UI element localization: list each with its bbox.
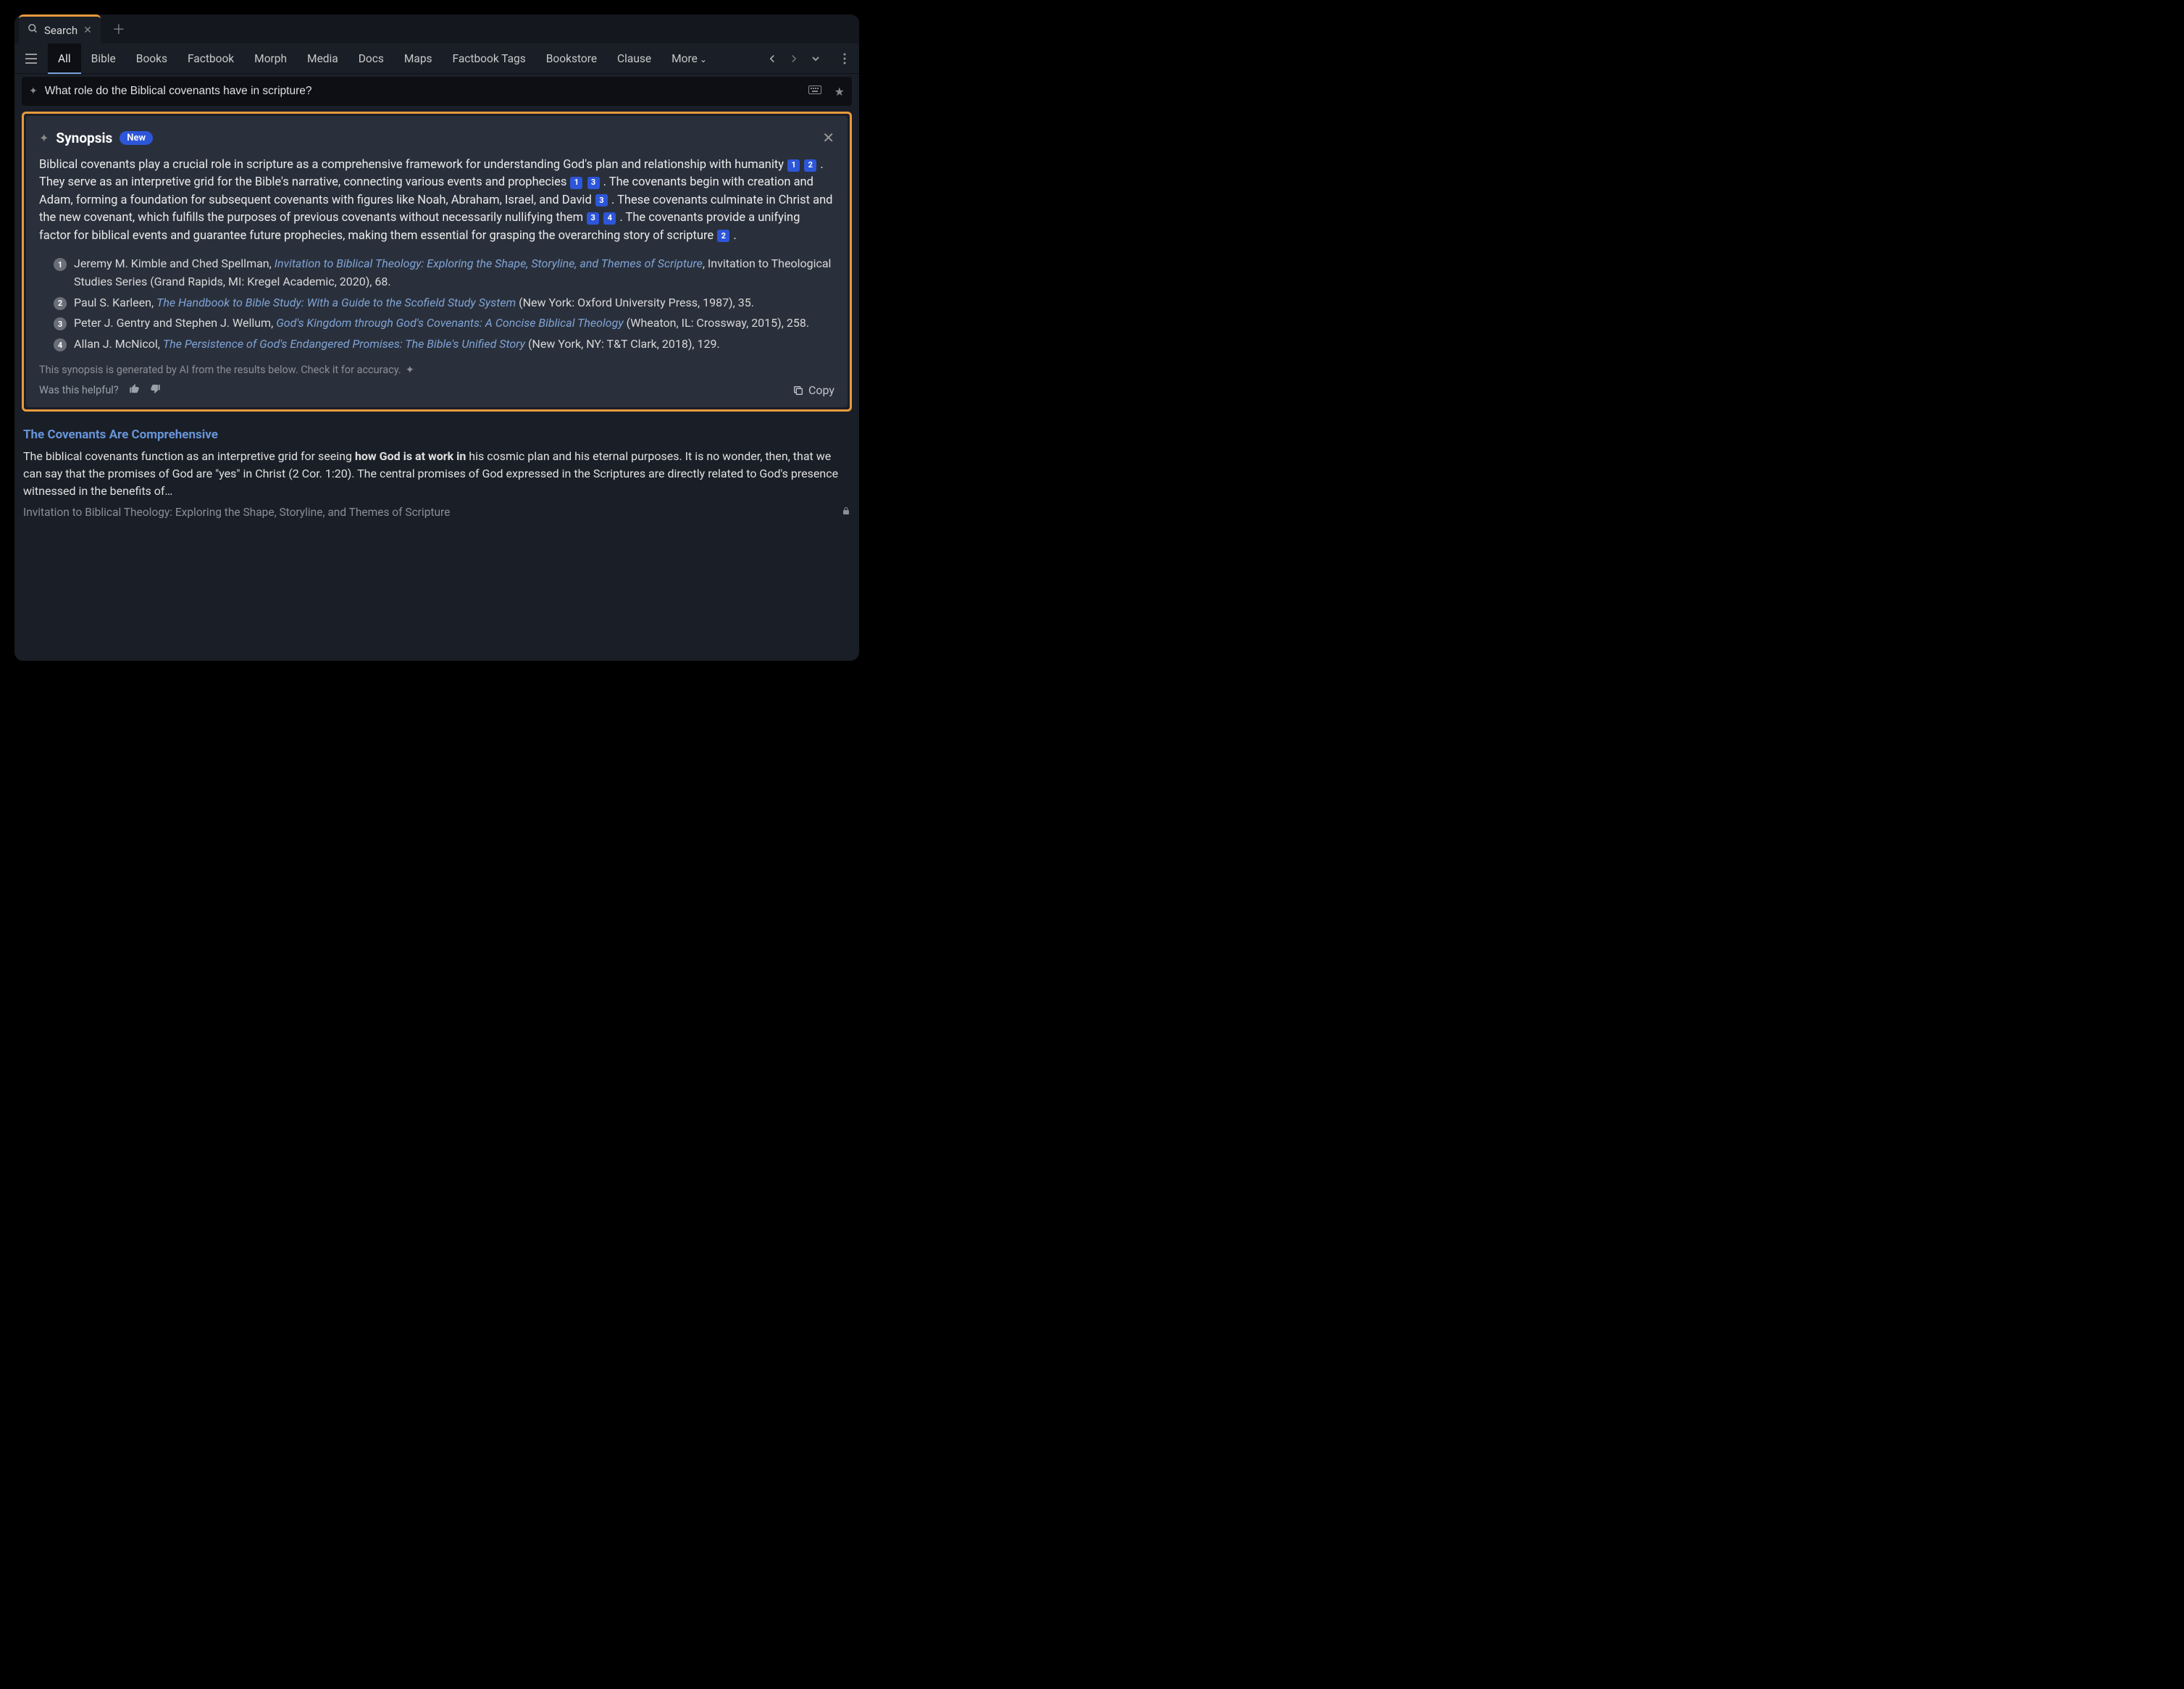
kebab-menu-icon[interactable]	[837, 51, 852, 66]
inline-citation[interactable]: 2	[717, 230, 729, 242]
navtab-morph[interactable]: Morph	[244, 43, 297, 74]
navtab-bookstore[interactable]: Bookstore	[536, 43, 607, 74]
reference-item: 1 Jeremy M. Kimble and Ched Spellman, Inv…	[54, 255, 834, 291]
reference-text: Peter J. Gentry and Stephen J. Wellum, G…	[74, 314, 834, 333]
inline-citation[interactable]: 3	[595, 194, 608, 207]
result-snippet: The biblical covenants function as an in…	[23, 448, 850, 500]
reference-text: Allan J. McNicol, The Persistence of God…	[74, 335, 834, 354]
nav-back-icon[interactable]	[765, 51, 779, 66]
tab-title: Search	[44, 24, 78, 37]
reference-text: Paul S. Karleen, The Handbook to Bible S…	[74, 294, 834, 312]
search-result: The Covenants Are Comprehensive The bibl…	[22, 428, 852, 519]
lock-icon	[842, 506, 850, 519]
nav-dropdown-icon[interactable]	[808, 51, 823, 66]
navtab-clause[interactable]: Clause	[607, 43, 661, 74]
reference-item: 3 Peter J. Gentry and Stephen J. Wellum, …	[54, 314, 834, 333]
reference-item: 2 Paul S. Karleen, The Handbook to Bible …	[54, 294, 834, 312]
search-icon	[28, 23, 38, 37]
close-tab-icon[interactable]: ✕	[83, 25, 92, 36]
thumbs-up-icon[interactable]	[129, 383, 140, 397]
synopsis-card: ✦ Synopsis New ✕ Biblical covenants play…	[22, 112, 852, 412]
new-tab-button[interactable]: ＋	[106, 19, 131, 39]
ai-sparkle-icon: ✦	[39, 131, 49, 145]
search-input[interactable]	[45, 85, 801, 98]
reference-text: Jeremy M. Kimble and Ched Spellman, Invi…	[74, 255, 834, 291]
inline-citation[interactable]: 3	[587, 177, 600, 189]
chevron-down-icon: ⌄	[700, 54, 707, 64]
result-title[interactable]: The Covenants Are Comprehensive	[23, 428, 850, 442]
reference-title-link[interactable]: Invitation to Biblical Theology: Explori…	[275, 257, 703, 270]
navtab-books[interactable]: Books	[126, 43, 177, 74]
sparkle-icon: ✦	[29, 86, 38, 97]
navtab-maps[interactable]: Maps	[394, 43, 443, 74]
nav-bar: AllBibleBooksFactbookMorphMediaDocsMapsF…	[14, 43, 859, 74]
new-badge: New	[120, 131, 153, 145]
search-bar: ✦ ★	[22, 77, 852, 106]
navtab-all[interactable]: All	[48, 43, 81, 74]
synopsis-body: Biblical covenants play a crucial role i…	[39, 157, 834, 245]
result-source-row: Invitation to Biblical Theology: Explori…	[23, 506, 850, 519]
thumbs-down-icon[interactable]	[150, 383, 161, 397]
navtab-more[interactable]: More⌄	[661, 43, 717, 74]
navtab-factbook-tags[interactable]: Factbook Tags	[443, 43, 536, 74]
navtab-docs[interactable]: Docs	[348, 43, 394, 74]
sparkle-small-icon: ✦	[406, 364, 414, 376]
copy-button[interactable]: Copy	[792, 383, 834, 397]
keyboard-icon[interactable]	[808, 86, 821, 97]
reference-item: 4 Allan J. McNicol, The Persistence of Go…	[54, 335, 834, 354]
inline-citation[interactable]: 2	[804, 159, 816, 172]
reference-number: 3	[54, 317, 67, 330]
tab-search[interactable]: Search ✕	[19, 14, 101, 43]
synopsis-disclaimer: This synopsis is generated by AI from th…	[39, 364, 834, 376]
reference-title-link[interactable]: God's Kingdom through God's Covenants: A…	[276, 316, 623, 330]
helpful-label: Was this helpful?	[39, 384, 119, 396]
nav-right	[765, 51, 852, 66]
reference-number: 4	[54, 338, 67, 351]
inline-citation[interactable]: 1	[787, 159, 800, 172]
navtab-media[interactable]: Media	[297, 43, 348, 74]
nav-tabs: AllBibleBooksFactbookMorphMediaDocsMapsF…	[48, 43, 717, 74]
reference-title-link[interactable]: The Persistence of God's Endangered Prom…	[163, 337, 525, 351]
reference-number: 2	[54, 297, 67, 310]
tab-bar: Search ✕ ＋	[14, 14, 859, 43]
inline-citation[interactable]: 4	[603, 212, 616, 225]
synopsis-references: 1 Jeremy M. Kimble and Ched Spellman, Inv…	[39, 255, 834, 354]
navtab-bible[interactable]: Bible	[81, 43, 126, 74]
reference-title-link[interactable]: The Handbook to Bible Study: With a Guid…	[156, 296, 516, 309]
synopsis-heading: Synopsis	[56, 130, 112, 146]
result-source[interactable]: Invitation to Biblical Theology: Explori…	[23, 506, 450, 519]
menu-icon[interactable]	[22, 49, 41, 68]
app-window: Search ✕ ＋ AllBibleBooksFactbookMorphMed…	[14, 14, 859, 661]
close-synopsis-icon[interactable]: ✕	[822, 129, 834, 146]
inline-citation[interactable]: 1	[570, 177, 582, 189]
synopsis-header: ✦ Synopsis New ✕	[39, 129, 834, 146]
star-icon[interactable]: ★	[834, 85, 845, 99]
inline-citation[interactable]: 3	[587, 212, 599, 225]
nav-forward-icon[interactable]	[787, 51, 801, 66]
content-area: ✦ Synopsis New ✕ Biblical covenants play…	[14, 109, 859, 661]
synopsis-footer: Was this helpful? Copy	[39, 383, 834, 397]
reference-number: 1	[54, 258, 67, 271]
navtab-factbook[interactable]: Factbook	[177, 43, 244, 74]
